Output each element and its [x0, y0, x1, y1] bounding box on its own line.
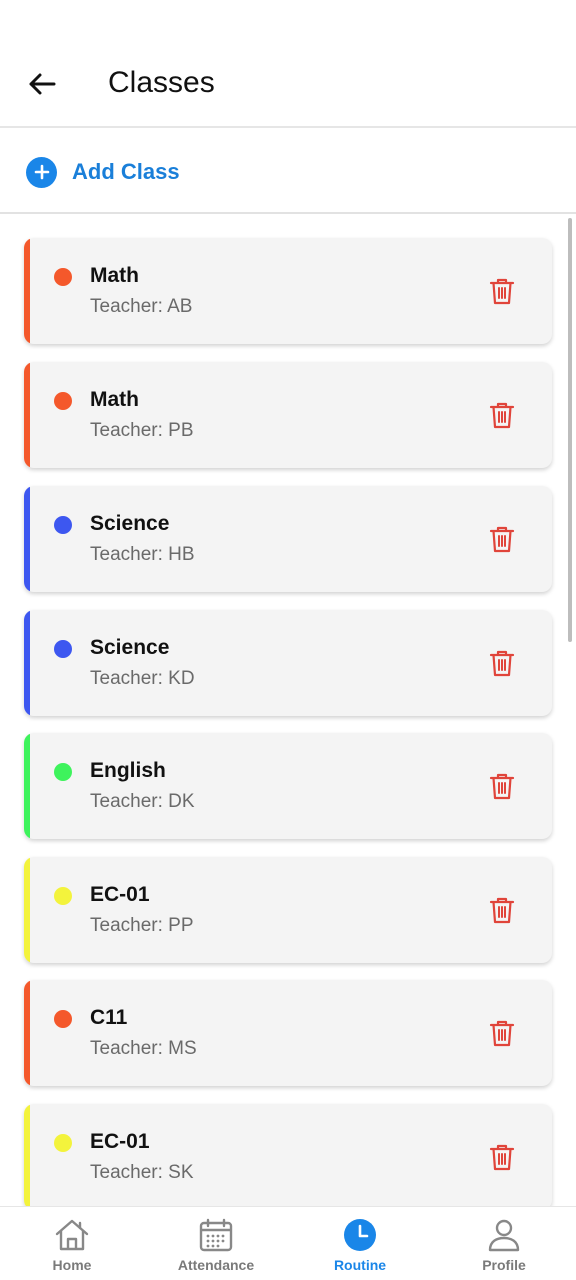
card-accent-bar [24, 238, 30, 344]
card-accent-bar [24, 362, 30, 468]
class-name: Science [90, 512, 170, 535]
nav-label-profile: Profile [482, 1257, 526, 1273]
class-card[interactable]: Math Teacher: PB [24, 362, 552, 468]
delete-class-button[interactable] [488, 524, 516, 554]
class-card[interactable]: English Teacher: DK [24, 733, 552, 839]
class-card[interactable]: Math Teacher: AB [24, 238, 552, 344]
delete-class-button[interactable] [488, 895, 516, 925]
class-card[interactable]: Science Teacher: KD [24, 610, 552, 716]
class-name: EC-01 [90, 883, 150, 906]
class-teacher: Teacher: PP [90, 915, 194, 936]
classes-screen: Classes Add Class Math Teacher: AB Math … [0, 0, 576, 1280]
class-color-dot [54, 763, 72, 781]
calendar-icon [198, 1217, 234, 1253]
card-accent-bar [24, 857, 30, 963]
class-name: Math [90, 388, 139, 411]
delete-class-button[interactable] [488, 1018, 516, 1048]
card-accent-bar [24, 1104, 30, 1206]
trash-icon [489, 650, 515, 677]
class-teacher: Teacher: AB [90, 296, 193, 317]
class-teacher: Teacher: PB [90, 420, 194, 441]
back-button[interactable] [22, 64, 62, 104]
list-scrollbar[interactable] [568, 218, 572, 642]
nav-label-routine: Routine [333, 1257, 387, 1273]
card-accent-bar [24, 486, 30, 592]
class-color-dot [54, 268, 72, 286]
nav-item-profile[interactable]: Profile [432, 1207, 576, 1280]
delete-class-button[interactable] [488, 400, 516, 430]
trash-icon [489, 1020, 515, 1047]
add-class-row: Add Class [0, 130, 576, 214]
add-class-button[interactable]: Add Class [26, 152, 180, 192]
class-name: Science [90, 636, 170, 659]
user-icon [487, 1217, 521, 1253]
nav-item-attendance[interactable]: Attendance [144, 1207, 288, 1280]
class-color-dot [54, 516, 72, 534]
class-color-dot [54, 887, 72, 905]
app-header: Classes [0, 0, 576, 128]
card-accent-bar [24, 610, 30, 716]
plus-circle-icon [26, 156, 57, 188]
class-name: C11 [90, 1006, 128, 1029]
class-color-dot [54, 1010, 72, 1028]
delete-class-button[interactable] [488, 648, 516, 678]
class-teacher: Teacher: KD [90, 668, 195, 689]
delete-class-button[interactable] [488, 1142, 516, 1172]
delete-class-button[interactable] [488, 276, 516, 306]
trash-icon [489, 1144, 515, 1171]
class-teacher: Teacher: DK [90, 791, 195, 812]
bottom-navigation: Home Attendance Routine Profile [0, 1206, 576, 1280]
trash-icon [489, 278, 515, 305]
class-color-dot [54, 392, 72, 410]
delete-class-button[interactable] [488, 771, 516, 801]
class-name: English [90, 759, 166, 782]
home-icon [53, 1217, 91, 1253]
arrow-left-icon [29, 73, 56, 95]
nav-item-routine[interactable]: Routine [288, 1207, 432, 1280]
card-accent-bar [24, 733, 30, 839]
class-card[interactable]: EC-01 Teacher: PP [24, 857, 552, 963]
nav-label-home: Home [52, 1257, 92, 1273]
class-card[interactable]: EC-01 Teacher: SK [24, 1104, 552, 1206]
class-list[interactable]: Math Teacher: AB Math Teacher: PB Scienc… [0, 216, 576, 1206]
class-color-dot [54, 1134, 72, 1152]
card-accent-bar [24, 980, 30, 1086]
class-name: EC-01 [90, 1130, 150, 1153]
class-teacher: Teacher: HB [90, 544, 195, 565]
nav-label-attendance: Attendance [177, 1257, 255, 1273]
trash-icon [489, 897, 515, 924]
add-class-label: Add Class [72, 159, 180, 184]
class-teacher: Teacher: SK [90, 1162, 194, 1183]
trash-icon [489, 773, 515, 800]
nav-item-home[interactable]: Home [0, 1207, 144, 1280]
trash-icon [489, 526, 515, 553]
trash-icon [489, 402, 515, 429]
class-card[interactable]: Science Teacher: HB [24, 486, 552, 592]
class-name: Math [90, 264, 139, 287]
class-color-dot [54, 640, 72, 658]
clock-icon [343, 1217, 377, 1253]
page-title: Classes [108, 66, 215, 99]
class-teacher: Teacher: MS [90, 1038, 197, 1059]
class-card[interactable]: C11 Teacher: MS [24, 980, 552, 1086]
